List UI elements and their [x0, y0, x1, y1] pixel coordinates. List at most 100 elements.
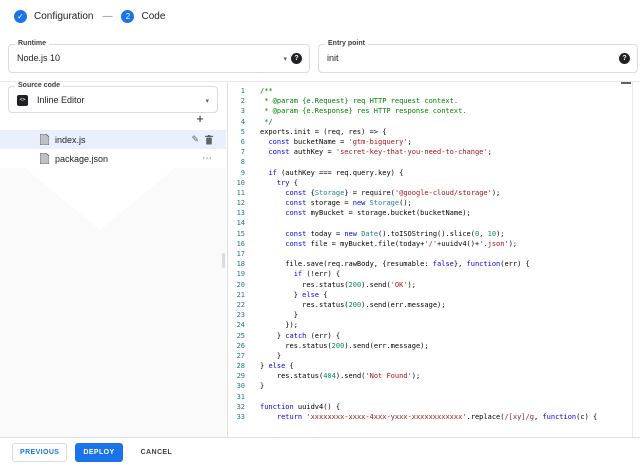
code-line-text: } [260, 311, 298, 320]
code-line[interactable]: 14 [229, 218, 632, 228]
code-line[interactable]: 5 exports.init = (req, res) => { [229, 127, 632, 137]
file-panel-scrollbar[interactable] [222, 253, 225, 268]
entry-point-help-icon[interactable]: ? [619, 53, 630, 64]
code-line[interactable]: 25 } catch (err) { [229, 331, 632, 341]
code-line[interactable]: 27 } [229, 351, 632, 361]
file-row-package-json[interactable]: package.json ⋯ [0, 149, 226, 168]
step-code-label[interactable]: Code [141, 11, 165, 22]
code-line[interactable]: 3 * @param {e.Response} res HTTP respons… [229, 106, 632, 116]
line-number: 26 [236, 341, 245, 350]
code-line-text: } [260, 382, 265, 391]
step-configuration-check-icon[interactable]: ✓ [14, 9, 27, 23]
line-number: 2 [240, 97, 245, 106]
runtime-help-icon[interactable]: ? [291, 53, 302, 64]
add-file-button[interactable]: + [193, 112, 207, 126]
code-line-text: return 'xxxxxxxx-xxxx-4xxx-yxxx-xxxxxxxx… [276, 413, 598, 421]
file-icon [40, 153, 49, 164]
chevron-down-icon[interactable]: ▾ [283, 55, 287, 63]
chevron-down-icon[interactable]: ▾ [205, 97, 209, 105]
line-number: 6 [240, 137, 245, 146]
line-number: 18 [236, 260, 245, 269]
stepper-separator: — [102, 10, 113, 22]
code-line-text: res.status(200).send(err.message); [260, 300, 446, 309]
code-line-text: res.status(200).send(err.message); [260, 341, 429, 350]
code-line[interactable]: 8 [229, 157, 632, 167]
code-line[interactable]: 16 const file = myBucket.file(today+'/'+… [229, 239, 632, 249]
line-number: 14 [236, 219, 245, 228]
code-line-text: res.status(200).send('OK'); [260, 280, 416, 289]
step-configuration-label[interactable]: Configuration [34, 11, 93, 22]
cancel-button[interactable]: CANCEL [131, 444, 183, 461]
code-line[interactable]: 19 if (!err) { [229, 269, 632, 279]
code-line[interactable]: 23 } [229, 310, 632, 320]
code-line[interactable]: 2 * @param {e.Request} req HTTP request … [229, 96, 632, 106]
code-line-text: res.status(404).send('Not Found'); [260, 372, 421, 381]
line-number: 25 [236, 331, 245, 340]
code-line-text: exports.init = (req, res) => { [260, 127, 387, 136]
code-line[interactable]: 33 return 'xxxxxxxx-xxxx-4xxx-yxxx-xxxxx… [229, 412, 632, 422]
line-number: 7 [240, 148, 245, 157]
code-line-text: const bucketName = 'gtm-bigquery'; [268, 137, 412, 146]
code-editor[interactable]: 1/** 2 * @param {e.Request} req HTTP requ… [229, 82, 633, 437]
more-actions-icon[interactable]: ⋯ [202, 153, 213, 164]
line-number: 4 [240, 117, 245, 126]
file-icon [40, 134, 49, 145]
line-number: 3 [240, 107, 245, 116]
previous-button[interactable]: PREVIOUS [12, 442, 68, 462]
deploy-button[interactable]: DEPLOY [75, 442, 123, 462]
file-explorer-panel: Source code <> Inline Editor ▾ + index.j… [0, 82, 228, 437]
line-number: 20 [236, 280, 245, 289]
code-line[interactable]: 6 const bucketName = 'gtm-bigquery'; [229, 137, 632, 147]
code-line[interactable]: 18 file.save(req.rawBody, {resumable: fa… [229, 259, 632, 269]
code-workbench: Source code <> Inline Editor ▾ + index.j… [0, 81, 640, 437]
code-line[interactable]: 15 const today = new Date().toISOString(… [229, 229, 632, 239]
code-line-text: */ [260, 117, 273, 126]
code-line-text: const file = myBucket.file(today+'/'+uui… [285, 239, 518, 248]
code-line[interactable]: 4 */ [229, 117, 632, 127]
code-line[interactable]: 29 res.status(404).send('Not Found'); [229, 371, 632, 381]
step-code-number-badge[interactable]: 2 [121, 9, 135, 23]
code-line[interactable]: 11 const {Storage} = require('@google-cl… [229, 188, 632, 198]
code-line[interactable]: 20 res.status(200).send('OK'); [229, 280, 632, 290]
code-line[interactable]: 7 const authKey = 'secret-key-that-you-n… [229, 147, 632, 157]
line-number: 10 [236, 178, 245, 187]
line-number: 32 [236, 402, 245, 411]
code-line[interactable]: 9 if (authKey === req.query.key) { [229, 168, 632, 178]
code-line-text: if (authKey === req.query.key) { [268, 168, 404, 177]
line-number: 29 [236, 372, 245, 381]
rename-file-icon[interactable]: ✎ [191, 134, 199, 145]
code-line[interactable]: 31 [229, 392, 632, 402]
code-line-text: } else { [260, 290, 328, 299]
code-line[interactable]: 22 res.status(200).send(err.message); [229, 300, 632, 310]
source-code-select[interactable]: Source code <> Inline Editor ▾ [8, 82, 218, 113]
code-line[interactable]: 30} [229, 381, 632, 391]
line-number: 23 [236, 311, 245, 320]
line-number: 5 [240, 127, 245, 136]
code-line[interactable]: 26 res.status(200).send(err.message); [229, 341, 632, 351]
delete-file-icon[interactable] [205, 134, 213, 145]
code-line-text: * @param {e.Request} req HTTP request co… [260, 97, 459, 106]
code-line[interactable]: 24 }); [229, 320, 632, 330]
file-name: package.json [55, 153, 109, 164]
editor-scrollbar-thumb[interactable] [621, 82, 631, 84]
code-line[interactable]: 10 try { [229, 178, 632, 188]
wizard-footer: PREVIOUS DEPLOY CANCEL [0, 437, 640, 466]
code-line[interactable]: 1 /** [229, 86, 632, 96]
code-line[interactable]: 32 function uuidv4() { [229, 402, 632, 412]
entry-point-input[interactable]: init [327, 45, 339, 72]
entry-point-field[interactable]: Entry point init ? [318, 40, 638, 73]
code-line-text: const today = new Date().toISOString().s… [285, 229, 505, 238]
runtime-select[interactable]: Runtime Node.js 10 ▾ ? [8, 40, 310, 73]
line-number: 8 [240, 158, 245, 167]
code-line[interactable]: 12 const storage = new Storage(); [229, 198, 632, 208]
file-row-index-js[interactable]: index.js ✎ [0, 130, 226, 149]
code-line-text: const authKey = 'secret-key-that-you-nee… [268, 148, 492, 157]
code-line[interactable]: 13 const myBucket = storage.bucket(bucke… [229, 208, 632, 218]
code-line[interactable]: 21 } else { [229, 290, 632, 300]
code-line[interactable]: 17 [229, 249, 632, 259]
line-number: 11 [236, 188, 245, 197]
code-line[interactable]: 28} else { [229, 361, 632, 371]
